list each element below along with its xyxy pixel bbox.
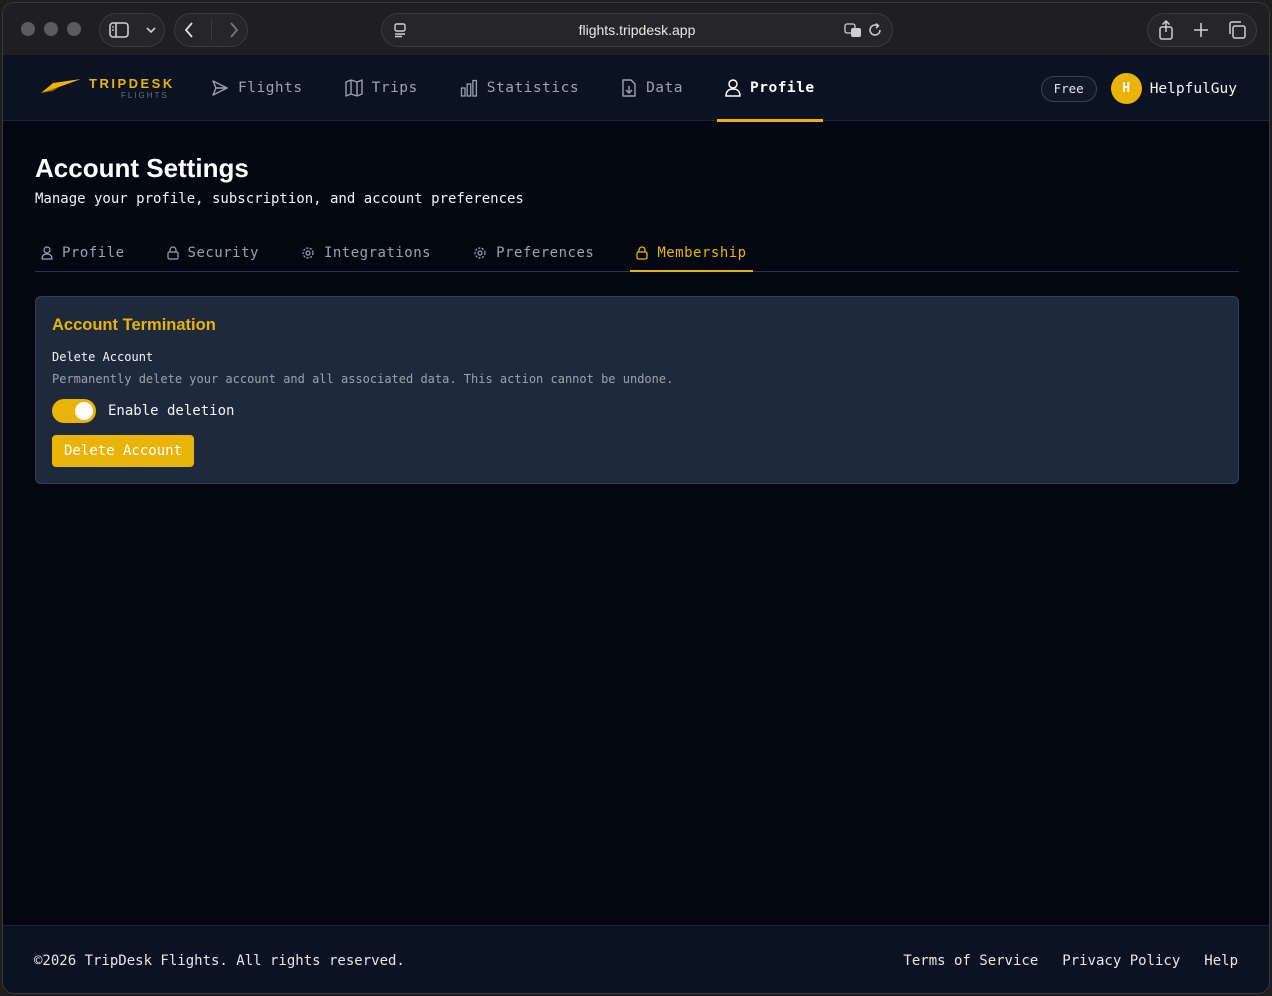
gear-icon — [302, 247, 314, 259]
nav-trips[interactable]: Trips — [337, 55, 426, 121]
nav-flights[interactable]: Flights — [203, 55, 311, 121]
help-link[interactable]: Help — [1204, 953, 1238, 969]
footer: ©2026 TripDesk Flights. All rights reser… — [3, 925, 1269, 993]
avatar: H — [1110, 73, 1142, 104]
account-termination-card: Account Termination Delete Account Perma… — [35, 296, 1239, 484]
enable-deletion-toggle[interactable] — [52, 399, 96, 423]
logo[interactable]: TRIPDESK FLIGHTS — [39, 73, 179, 103]
logo-wing-icon — [41, 79, 81, 93]
chevron-down-icon — [145, 27, 156, 34]
nav-profile[interactable]: Profile — [717, 55, 823, 122]
tab-integrations-label: Integrations — [323, 245, 432, 261]
privacy-link[interactable]: Privacy Policy — [1062, 953, 1180, 969]
enable-deletion-label[interactable]: Enable deletion — [108, 403, 234, 419]
delete-account-description: Permanently delete your account and all … — [52, 372, 674, 386]
forward-icon[interactable] — [229, 22, 239, 38]
terms-link[interactable]: Terms of Service — [903, 953, 1038, 969]
tab-profile[interactable]: Profile — [35, 235, 131, 271]
share-icon[interactable] — [1158, 20, 1174, 40]
tab-overview-icon[interactable] — [1228, 21, 1247, 39]
header-account: Free H HelpfulGuy — [1040, 73, 1237, 104]
sidebar-icon — [108, 22, 129, 38]
nav-statistics-label: Statistics — [486, 80, 580, 96]
toggle-knob — [75, 402, 93, 420]
back-icon[interactable] — [184, 22, 194, 38]
nav-data-label: Data — [646, 80, 683, 96]
brand-name: TRIPDESK — [89, 76, 175, 91]
address-bar[interactable]: flights.tripdesk.app — [381, 13, 893, 47]
zoom-window-button[interactable] — [67, 22, 81, 36]
page-subtitle: Manage your profile, subscription, and a… — [35, 191, 524, 207]
username: HelpfulGuy — [1149, 80, 1237, 97]
browser-window: flights.tripdesk.app TRIPDESK FLIGHTS Fl… — [2, 2, 1270, 994]
brand-subtitle: FLIGHTS — [121, 91, 169, 100]
minimize-window-button[interactable] — [44, 22, 58, 36]
new-tab-icon[interactable] — [1193, 22, 1209, 38]
page-settings-icon[interactable] — [392, 22, 408, 38]
tab-security[interactable]: Security — [161, 235, 265, 271]
tab-preferences-label: Preferences — [496, 245, 595, 261]
nav-statistics[interactable]: Statistics — [452, 55, 587, 121]
map-icon — [344, 79, 363, 97]
browser-toolbar: flights.tripdesk.app — [3, 3, 1269, 55]
url-text[interactable]: flights.tripdesk.app — [579, 22, 696, 38]
tab-profile-label: Profile — [62, 245, 125, 261]
tab-membership[interactable]: Membership — [630, 235, 753, 272]
tab-preferences[interactable]: Preferences — [467, 235, 600, 271]
file-download-icon — [622, 79, 636, 97]
nav-data[interactable]: Data — [613, 55, 691, 121]
main-nav: Flights Trips Statistics Data Profile — [203, 55, 849, 122]
settings-tabs: Profile Security Integrations Preference… — [35, 235, 1239, 272]
card-title: Account Termination — [52, 316, 216, 334]
nav-trips-label: Trips — [371, 80, 418, 96]
tab-membership-label: Membership — [657, 245, 747, 261]
browser-actions — [1147, 13, 1257, 47]
nav-flights-label: Flights — [238, 80, 303, 96]
history-nav — [174, 13, 248, 47]
user-icon — [725, 79, 741, 97]
delete-account-heading: Delete Account — [52, 350, 154, 364]
footer-links: Terms of Service Privacy Policy Help — [903, 953, 1238, 969]
translate-icon[interactable] — [844, 22, 862, 38]
app-header: TRIPDESK FLIGHTS Flights Trips Statistic… — [3, 55, 1269, 122]
copyright: ©2026 TripDesk Flights. All rights reser… — [34, 953, 405, 969]
close-window-button[interactable] — [21, 22, 35, 36]
sidebar-toggle-button[interactable] — [99, 13, 165, 47]
page-title: Account Settings — [35, 153, 249, 183]
gear-icon — [474, 247, 486, 259]
window-controls — [21, 22, 81, 36]
plan-badge[interactable]: Free — [1040, 75, 1097, 102]
paper-plane-icon — [212, 80, 228, 96]
reload-icon[interactable] — [868, 22, 882, 38]
lock-icon — [636, 246, 648, 260]
delete-account-button[interactable]: Delete Account — [52, 435, 195, 467]
bar-chart-icon — [460, 79, 477, 97]
tab-integrations[interactable]: Integrations — [295, 235, 437, 271]
nav-profile-label: Profile — [750, 80, 815, 96]
lock-icon — [166, 246, 179, 260]
user-icon — [41, 246, 53, 260]
tab-security-label: Security — [187, 245, 259, 261]
user-menu[interactable]: H HelpfulGuy — [1110, 73, 1237, 104]
